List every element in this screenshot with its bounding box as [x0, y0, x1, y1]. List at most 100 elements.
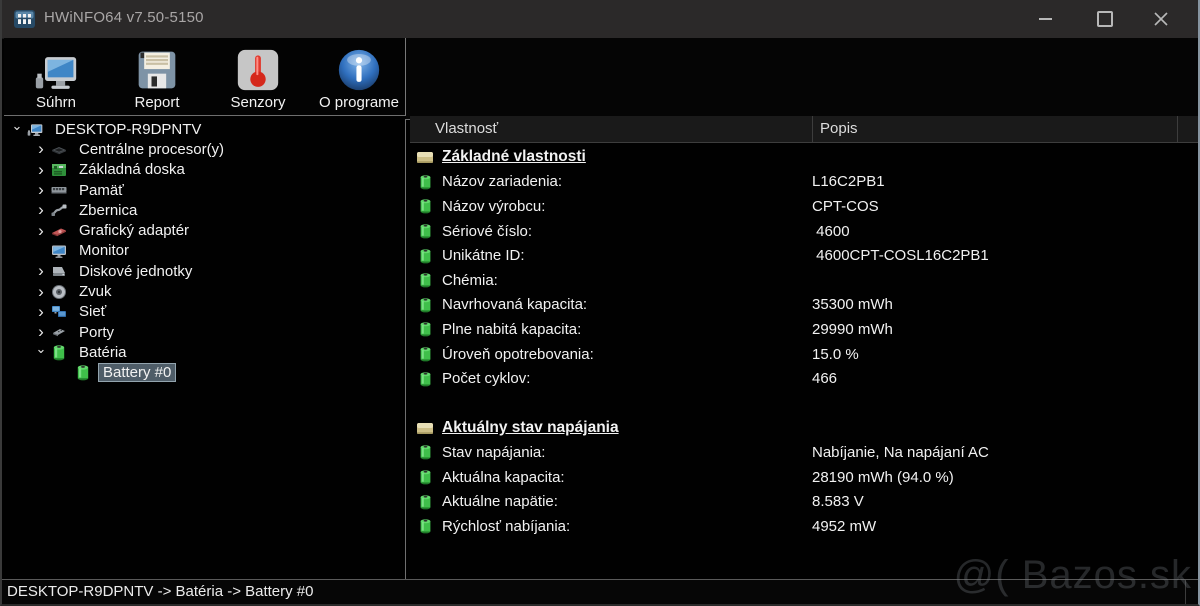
property-value: CPT-COS [812, 198, 879, 215]
chevron-right-icon[interactable]: › [34, 221, 48, 241]
folder-icon [416, 420, 434, 436]
maximize-button[interactable] [1082, 0, 1128, 38]
property-value: 35300 mWh [812, 296, 893, 313]
chevron-right-icon[interactable]: › [34, 282, 48, 302]
section-header: Aktuálny stav napájania [410, 416, 1198, 441]
property-row[interactable]: Chémia: [410, 268, 1198, 293]
network-icon [48, 304, 70, 320]
property-row[interactable]: Sériové číslo: 4600 [410, 219, 1198, 244]
property-value: 4600 [812, 223, 850, 240]
property-row[interactable]: Názov zariadenia:L16C2PB1 [410, 170, 1198, 195]
property-row[interactable]: Unikátne ID: 4600CPT-COSL16C2PB1 [410, 243, 1198, 268]
chevron-right-icon[interactable]: › [34, 322, 48, 342]
chevron-right-icon[interactable]: › [34, 302, 48, 322]
chevron-right-icon[interactable]: › [34, 200, 48, 220]
titlebar: HWiNFO64 v7.50-5150 [2, 0, 1198, 39]
tree-item-grafick-adapt-r[interactable]: › Grafický adaptér [4, 220, 405, 240]
tree-item-label: Porty [75, 324, 118, 341]
bus-icon [48, 202, 70, 218]
battery-icon [48, 344, 70, 361]
property-label: Unikátne ID: [442, 247, 525, 264]
chevron-right-icon[interactable]: › [34, 139, 48, 159]
computer-icon [24, 121, 46, 137]
chevron-down-icon[interactable]: ⌄ [34, 341, 48, 357]
tree-item-label: Pamäť [75, 182, 128, 199]
tree-item-pam-[interactable]: › Pamäť [4, 180, 405, 200]
battery-icon [416, 297, 434, 313]
tree-item-zbernica[interactable]: ›Zbernica [4, 200, 405, 220]
status-grip [1185, 580, 1186, 604]
motherboard-icon [48, 162, 70, 178]
toolbar-button-label: Súhrn [36, 94, 76, 111]
tree-item-sie-[interactable]: ›Sieť [4, 302, 405, 322]
battery-icon [416, 494, 434, 510]
property-value: L16C2PB1 [812, 173, 885, 190]
tree-item-desktop-r9dpntv[interactable]: ⌄ DESKTOP-R9DPNTV [4, 119, 405, 139]
battery-icon [416, 248, 434, 264]
property-value: 8.583 V [812, 493, 864, 510]
property-row[interactable]: Aktuálne napätie: 8.583 V [410, 489, 1198, 514]
tree-item-zvuk[interactable]: ›Zvuk [4, 281, 405, 301]
column-separator[interactable] [1177, 116, 1178, 142]
ports-icon [48, 324, 70, 340]
cpu-icon [48, 141, 70, 157]
chevron-right-icon[interactable]: › [34, 261, 48, 281]
tree-item-label: Batéria [75, 344, 131, 361]
gpu-icon [48, 223, 70, 239]
property-label: Úroveň opotrebovania: [442, 346, 594, 363]
chevron-down-icon[interactable]: ⌄ [10, 119, 24, 134]
tree-item-label: Grafický adaptér [75, 222, 193, 239]
properties-panel: Vlastnosť Popis Základné vlastnostiNázov… [410, 116, 1198, 580]
property-row[interactable]: Úroveň opotrebovania:15.0 % [410, 342, 1198, 367]
battery-icon [72, 364, 94, 381]
chevron-right-icon[interactable]: › [34, 160, 48, 180]
toolbar-button-o-programe[interactable]: O programe [311, 44, 407, 112]
battery-icon [416, 321, 434, 337]
window-title: HWiNFO64 v7.50-5150 [44, 9, 204, 26]
property-value: Nabíjanie, Na napájaní AC [812, 444, 989, 461]
chevron-right-icon[interactable]: › [34, 180, 48, 200]
toolbar: Súhrn ReportSenzoryO programe [4, 38, 406, 116]
tree-item-label: DESKTOP-R9DPNTV [51, 121, 205, 138]
property-row[interactable]: Aktuálna kapacita:28190 mWh (94.0 %) [410, 465, 1198, 490]
tree-item-label: Battery #0 [99, 364, 175, 381]
properties-list: Základné vlastnostiNázov zariadenia:L16C… [410, 145, 1198, 580]
property-label: Aktuálne napätie: [442, 493, 558, 510]
minimize-button[interactable] [1022, 0, 1068, 38]
property-row[interactable]: Počet cyklov:466 [410, 366, 1198, 391]
property-label: Chémia: [442, 272, 498, 289]
tree-item-diskov-jednotky[interactable]: ›Diskové jednotky [4, 261, 405, 281]
toolbar-button-súhrn[interactable]: Súhrn [8, 44, 104, 112]
property-value: 4600CPT-COSL16C2PB1 [812, 247, 989, 264]
column-header-description[interactable]: Popis [820, 120, 858, 137]
property-label: Plne nabitá kapacita: [442, 321, 581, 338]
property-value: 29990 mWh [812, 321, 893, 338]
info-icon [337, 44, 381, 92]
battery-icon [416, 174, 434, 190]
tree-item-centr-lne-procesor-y-[interactable]: ›Centrálne procesor(y) [4, 139, 405, 159]
battery-icon [416, 444, 434, 460]
toolbar-button-report[interactable]: Report [109, 44, 205, 112]
property-label: Sériové číslo: [442, 223, 532, 240]
property-row[interactable]: Názov výrobcu:CPT-COS [410, 194, 1198, 219]
column-separator[interactable] [812, 116, 813, 142]
property-row[interactable]: Stav napájania: Nabíjanie, Na napájaní AC [410, 440, 1198, 465]
section-spacer [410, 391, 1198, 416]
property-row[interactable]: Navrhovaná kapacita:35300 mWh [410, 293, 1198, 318]
column-header-property[interactable]: Vlastnosť [435, 120, 498, 137]
tree-item-monitor[interactable]: Monitor [4, 241, 405, 261]
property-label: Stav napájania: [442, 444, 545, 461]
status-bar: DESKTOP-R9DPNTV -> Batéria -> Battery #0 [2, 579, 1198, 604]
property-row[interactable]: Rýchlosť nabíjania:4952 mW [410, 514, 1198, 539]
toolbar-button-senzory[interactable]: Senzory [210, 44, 306, 112]
tree-item-z-kladn-doska[interactable]: ›Základná doska [4, 160, 405, 180]
property-label: Rýchlosť nabíjania: [442, 518, 570, 535]
properties-header: Vlastnosť Popis [410, 116, 1198, 143]
sound-icon [48, 284, 70, 300]
close-button[interactable] [1138, 0, 1184, 38]
tree-item-bat-ria[interactable]: ⌄ Batéria [4, 342, 405, 362]
tree-item-porty[interactable]: › Porty [4, 322, 405, 342]
tree-item-battery-0[interactable]: Battery #0 [4, 363, 405, 383]
battery-icon [416, 272, 434, 288]
property-row[interactable]: Plne nabitá kapacita: 29990 mWh [410, 317, 1198, 342]
